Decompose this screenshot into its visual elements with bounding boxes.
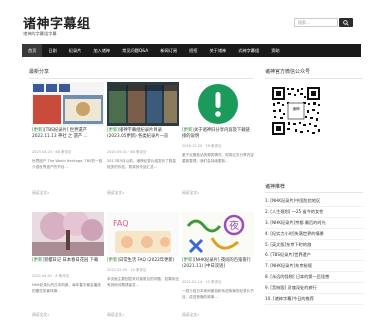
post-card: [更新][TBS纪录片] 世界遗产 2022.11.13 神社 之 遗产 ...… bbox=[32, 82, 104, 204]
nav-item-about[interactable]: 关于诸神 bbox=[203, 44, 232, 57]
post-title[interactable]: [更新][NHK纪录片] 夜间的百鬼夜行 (2021.11) [中日双语] bbox=[182, 258, 254, 270]
post-title[interactable]: [更新]赏樱日记 日本春日花园 下载 bbox=[32, 258, 104, 264]
post-thumbnail[interactable] bbox=[107, 82, 179, 126]
read-more-link[interactable]: 阅读全文» bbox=[32, 312, 50, 318]
post-title[interactable]: [更新]日常生活 FAQ (2022年更新) bbox=[107, 258, 179, 264]
post-thumbnail[interactable] bbox=[32, 212, 104, 256]
post-meta: 2023.04.24 · 68 条评论 bbox=[32, 150, 72, 154]
post-meta: 2022.01.14 · 12 条评论 bbox=[182, 280, 222, 284]
recommend-item[interactable]: 7. [NHK纪录片]东京秘境 bbox=[265, 261, 363, 273]
search-button[interactable] bbox=[339, 18, 353, 27]
recommend-item[interactable]: 6. [TBS纪录片]世界遗产 bbox=[265, 250, 363, 262]
post-card: [更新]关于诸神旧分享内容及下载链接的说明 2019.12.20 · 76 条评… bbox=[182, 82, 254, 204]
read-more-link[interactable]: 阅读全文» bbox=[182, 190, 200, 196]
post-meta: 2019.12.20 · 76 条评论 bbox=[182, 144, 222, 148]
post-excerpt: 2017年5月以前，诸神纪录片组发布了数量较多的作品，现将其作品汇总... bbox=[107, 159, 176, 169]
read-more-link[interactable]: 阅读全文» bbox=[32, 190, 50, 196]
post-meta: 2022.04.01 · 8 条评论 bbox=[32, 274, 70, 278]
svg-text:夜: 夜 bbox=[229, 219, 239, 232]
qr-section-title: 诸神官方微信公众号 bbox=[265, 69, 311, 75]
recommend-item[interactable]: 2. [人生规划] 一25 省今的女性 bbox=[265, 207, 363, 218]
nav-item-faq[interactable]: 常见问题Q&A bbox=[116, 44, 154, 57]
post-meta: 2022.02.05 · 10 条评论 bbox=[107, 268, 147, 272]
read-more-link[interactable]: 阅读全文» bbox=[107, 190, 125, 196]
post-card: [更新]赏樱日记 日本春日花园 下载 2022.04.01 · 8 条评论 NH… bbox=[32, 212, 104, 324]
search-input[interactable]: 搜索... bbox=[294, 18, 338, 27]
post-thumbnail[interactable]: 夜 bbox=[182, 212, 254, 256]
recommend-item[interactable]: 10. [诸神字幕]今日的推荐 bbox=[265, 294, 363, 305]
info-icon bbox=[182, 82, 254, 126]
latest-section-title: 最新分享 bbox=[29, 69, 50, 75]
divider bbox=[265, 192, 363, 193]
wechat-qr-code: 诸神 bbox=[271, 86, 321, 136]
site-header: 诸神字幕组 诸神的字幕组字幕 搜索... bbox=[0, 0, 383, 44]
post-excerpt: 本页面主要回答来访者常见的问题，如果你还有其他问题请留言... bbox=[107, 277, 179, 287]
post-title-text[interactable]: 日常生活 FAQ (2022年更新) bbox=[119, 258, 174, 263]
post-tag: [更新] bbox=[32, 128, 44, 133]
nav-item-home[interactable]: 首页 bbox=[22, 44, 43, 57]
post-tag: [更新] bbox=[107, 128, 119, 133]
recommend-item[interactable]: 4. [纪实力小时]失落世界的情景 bbox=[265, 229, 363, 240]
read-more-link[interactable]: 阅读全文» bbox=[182, 312, 200, 318]
post-title-text[interactable]: 赏樱日记 日本春日花园 下载 bbox=[44, 258, 98, 263]
post-excerpt: 世界遗产 The World Heritage, TBS的一档介绍世界遗产的节目… bbox=[32, 159, 103, 169]
post-thumbnail[interactable] bbox=[32, 82, 104, 126]
post-card: FAQ [更新]日常生活 FAQ (2022年更新) 2022.02.05 · … bbox=[107, 212, 179, 324]
recommend-item[interactable]: 8. [永远的怪物] 日本的第一匹怪兽 bbox=[265, 272, 363, 284]
post-meta: 2020.09.01 · 88 条评论 bbox=[107, 150, 147, 154]
post-tag: [更新] bbox=[182, 128, 194, 133]
divider bbox=[29, 78, 254, 79]
recommend-section-title: 诸神推荐 bbox=[265, 184, 286, 190]
post-thumbnail[interactable]: FAQ bbox=[107, 212, 179, 256]
qr-caption: 诸神 bbox=[292, 107, 300, 111]
nav-item-shikigami[interactable]: 式神字幕组 bbox=[232, 44, 265, 57]
post-title[interactable]: [更新][TBS纪录片] 世界遗产 2022.11.13 神社 之 遗产 ... bbox=[32, 128, 104, 140]
post-card: 夜 [更新][NHK纪录片] 夜间的百鬼夜行 (2021.11) [中日双语] … bbox=[182, 212, 254, 324]
nav-item-donate[interactable]: 资助 bbox=[265, 44, 285, 57]
nav-item-recruit[interactable]: 招招 bbox=[183, 44, 203, 57]
post-thumbnail[interactable] bbox=[182, 82, 254, 126]
post-card: [更新]诸神字幕组纪录片目录 (2023.05更新) 各类纪录片一览 2020.… bbox=[107, 82, 179, 204]
recommend-list: 1. [NHK纪录片]中国危险地区 2. [人生规划] 一25 省今的女性 3.… bbox=[265, 196, 363, 305]
post-excerpt: 鉴于近期各站资源的情况，现将过去分享内容重新整理，我们会持续更新... bbox=[182, 153, 254, 163]
post-tag: [更新] bbox=[32, 258, 44, 263]
recommend-item[interactable]: 3. [NHK纪录片]京都 最后的时光 bbox=[265, 218, 363, 229]
nav-item-news[interactable]: 新闻订阅 bbox=[154, 44, 183, 57]
recommend-item[interactable]: 9. [音响版] 灵魂深处的旅行 bbox=[265, 283, 363, 295]
post-title[interactable]: [更新]诸神字幕组纪录片目录 (2023.05更新) 各类纪录片一览 bbox=[107, 128, 179, 140]
site-title[interactable]: 诸神字幕组 bbox=[23, 13, 91, 32]
nav-item-drama[interactable]: 日剧 bbox=[42, 44, 62, 57]
nav-item-join[interactable]: 加入诸神 bbox=[87, 44, 116, 57]
post-title[interactable]: [更新]关于诸神旧分享内容及下载链接的说明 bbox=[182, 128, 254, 140]
divider bbox=[265, 78, 363, 79]
search-icon bbox=[343, 20, 349, 26]
recommend-item[interactable]: 5. [英文版]东京下町的旅 bbox=[265, 240, 363, 251]
post-tag: [更新] bbox=[182, 258, 194, 263]
recommend-item[interactable]: 1. [NHK纪录片]中国危险地区 bbox=[265, 196, 363, 207]
post-excerpt: 一档介绍日本夜间景色和传说故事的纪录片节目，讲述夜晚的故事... bbox=[182, 289, 254, 299]
read-more-link[interactable]: 阅读全文» bbox=[107, 312, 125, 318]
svg-text:FAQ: FAQ bbox=[113, 219, 129, 228]
main-nav: 首页 日剧 纪录片 加入诸神 常见问题Q&A 新闻订阅 招招 关于诸神 式神字幕… bbox=[22, 44, 361, 57]
post-excerpt: NHK纪录片的日本风景，每年春天都会播放的樱花风景特辑... bbox=[32, 283, 101, 293]
site-description: 诸神的字幕组字幕 bbox=[23, 31, 57, 36]
nav-item-documentary[interactable]: 纪录片 bbox=[63, 44, 88, 57]
post-tag: [更新] bbox=[107, 258, 119, 263]
